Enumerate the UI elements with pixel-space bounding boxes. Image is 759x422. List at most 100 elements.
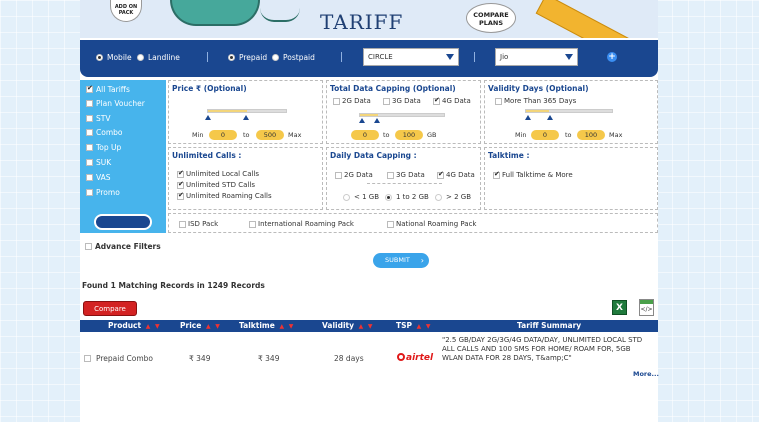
compare-button[interactable]: Compare <box>83 301 137 316</box>
daily-data-type-checkbox[interactable] <box>437 170 444 179</box>
category-item[interactable]: Combo <box>86 128 122 137</box>
pack-option[interactable]: National Roaming Pack <box>387 220 476 228</box>
add-filter-button[interactable]: + <box>607 52 617 62</box>
postpaid-radio-option[interactable]: Postpaid <box>272 53 315 62</box>
data-option-checkbox[interactable] <box>383 97 390 105</box>
postpaid-radio[interactable] <box>272 54 279 61</box>
category-checkbox[interactable] <box>86 159 93 166</box>
daily-data-amount-radio[interactable] <box>343 193 350 201</box>
category-item[interactable]: VAS <box>86 173 111 182</box>
more-link[interactable]: More... <box>633 370 659 378</box>
category-checkbox[interactable] <box>86 189 93 196</box>
daily-data-type-option[interactable]: 3G Data <box>387 171 425 179</box>
advance-filters-checkbox[interactable] <box>85 243 92 250</box>
category-checkbox[interactable] <box>86 129 93 136</box>
pack-checkbox[interactable] <box>249 220 256 228</box>
unlimited-calls-checkbox[interactable] <box>177 180 184 189</box>
price-min-input[interactable]: 0 <box>209 130 237 140</box>
category-item[interactable]: Promo <box>86 188 120 197</box>
data-option[interactable]: 3G Data <box>383 97 421 105</box>
circle-select[interactable]: CIRCLE <box>363 48 459 66</box>
landline-radio[interactable] <box>137 54 144 61</box>
embed-code-icon[interactable]: </> <box>639 299 654 316</box>
data-slider-track[interactable] <box>359 113 445 117</box>
sort-desc-icon[interactable]: ▼ <box>215 323 220 330</box>
daily-data-amount-radio[interactable] <box>435 193 442 201</box>
price-min-handle[interactable] <box>205 115 211 120</box>
category-item[interactable]: STV <box>86 114 110 123</box>
prepaid-radio[interactable] <box>228 54 235 61</box>
validity-max-handle[interactable] <box>547 115 553 120</box>
unlimited-calls-option[interactable]: Unlimited Roaming Calls <box>177 191 272 200</box>
landline-radio-option[interactable]: Landline <box>137 53 180 62</box>
sort-asc-icon[interactable]: ▲ <box>206 323 211 330</box>
pack-checkbox[interactable] <box>179 220 186 228</box>
full-talktime-option[interactable]: Full Talktime & More <box>493 170 573 179</box>
sort-asc-icon[interactable]: ▲ <box>359 323 364 330</box>
more-than-365-option[interactable]: More Than 365 Days <box>495 97 576 105</box>
more-than-365-checkbox[interactable] <box>495 97 502 105</box>
validity-min-input[interactable]: 0 <box>531 130 559 140</box>
validity-slider-track[interactable] <box>525 109 613 113</box>
daily-data-type-checkbox[interactable] <box>387 171 394 179</box>
category-item[interactable]: Top Up <box>86 143 121 152</box>
category-item[interactable]: Plan Voucher <box>86 99 145 108</box>
sort-desc-icon[interactable]: ▼ <box>289 323 294 330</box>
sort-asc-icon[interactable]: ▲ <box>417 323 422 330</box>
unlimited-calls-option[interactable]: Unlimited Local Calls <box>177 169 259 178</box>
validity-min-handle[interactable] <box>525 115 531 120</box>
price-max-handle[interactable] <box>243 115 249 120</box>
operator-select[interactable]: Jio <box>495 48 578 66</box>
advance-filters-option[interactable]: Advance Filters <box>85 242 161 251</box>
mobile-radio-option[interactable]: Mobile <box>96 53 132 62</box>
sort-desc-icon[interactable]: ▼ <box>155 323 160 330</box>
header-product[interactable]: Product ▲ ▼ <box>108 320 160 333</box>
unlimited-calls-checkbox[interactable] <box>177 169 184 178</box>
mobile-radio[interactable] <box>96 54 103 61</box>
category-checkbox[interactable] <box>86 115 93 122</box>
price-slider-track[interactable] <box>207 109 287 113</box>
sort-asc-icon[interactable]: ▲ <box>279 323 284 330</box>
data-option-checkbox[interactable] <box>433 96 440 105</box>
header-validity[interactable]: Validity ▲ ▼ <box>322 320 373 333</box>
category-item[interactable]: SUK <box>86 158 111 167</box>
submit-button[interactable]: SUBMIT › <box>373 253 429 268</box>
category-checkbox[interactable] <box>86 144 93 151</box>
prepaid-radio-option[interactable]: Prepaid <box>228 53 267 62</box>
header-talktime[interactable]: Talktime ▲ ▼ <box>239 320 293 333</box>
data-option-checkbox[interactable] <box>333 97 340 105</box>
sort-desc-icon[interactable]: ▼ <box>426 323 431 330</box>
pack-checkbox[interactable] <box>387 220 394 228</box>
row-select-checkbox[interactable] <box>84 355 91 362</box>
data-min-input[interactable]: 0 <box>351 130 379 140</box>
daily-data-amount-option[interactable]: < 1 GB <box>343 193 379 201</box>
daily-data-amount-option[interactable]: > 2 GB <box>435 193 471 201</box>
compare-plans-badge[interactable]: COMPARE PLANS <box>466 3 516 33</box>
header-price[interactable]: Price ▲ ▼ <box>180 320 220 333</box>
price-max-input[interactable]: 500 <box>256 130 284 140</box>
category-apply-button[interactable] <box>94 214 152 230</box>
data-option[interactable]: 2G Data <box>333 97 371 105</box>
unlimited-calls-option[interactable]: Unlimited STD Calls <box>177 180 255 189</box>
data-min-handle[interactable] <box>359 118 365 123</box>
daily-data-amount-radio[interactable] <box>385 193 392 201</box>
unlimited-calls-checkbox[interactable] <box>177 191 184 200</box>
full-talktime-checkbox[interactable] <box>493 170 500 179</box>
header-tsp[interactable]: TSP ▲ ▼ <box>396 320 431 333</box>
category-item[interactable]: All Tariffs <box>86 84 130 94</box>
daily-data-amount-option[interactable]: 1 to 2 GB <box>385 193 429 201</box>
daily-data-type-checkbox[interactable] <box>335 171 342 179</box>
add-on-pack-badge[interactable]: ADD ON PACK <box>110 0 142 22</box>
sort-desc-icon[interactable]: ▼ <box>368 323 373 330</box>
excel-export-icon[interactable]: X <box>612 300 627 315</box>
pack-option[interactable]: ISD Pack <box>179 220 218 228</box>
category-checkbox[interactable] <box>86 100 93 107</box>
data-max-handle[interactable] <box>374 118 380 123</box>
data-option[interactable]: 4G Data <box>433 96 471 105</box>
daily-data-type-option[interactable]: 4G Data <box>437 170 475 179</box>
validity-max-input[interactable]: 100 <box>577 130 605 140</box>
daily-data-type-option[interactable]: 2G Data <box>335 171 373 179</box>
data-max-input[interactable]: 100 <box>395 130 423 140</box>
category-checkbox[interactable] <box>86 84 93 93</box>
category-checkbox[interactable] <box>86 174 93 181</box>
